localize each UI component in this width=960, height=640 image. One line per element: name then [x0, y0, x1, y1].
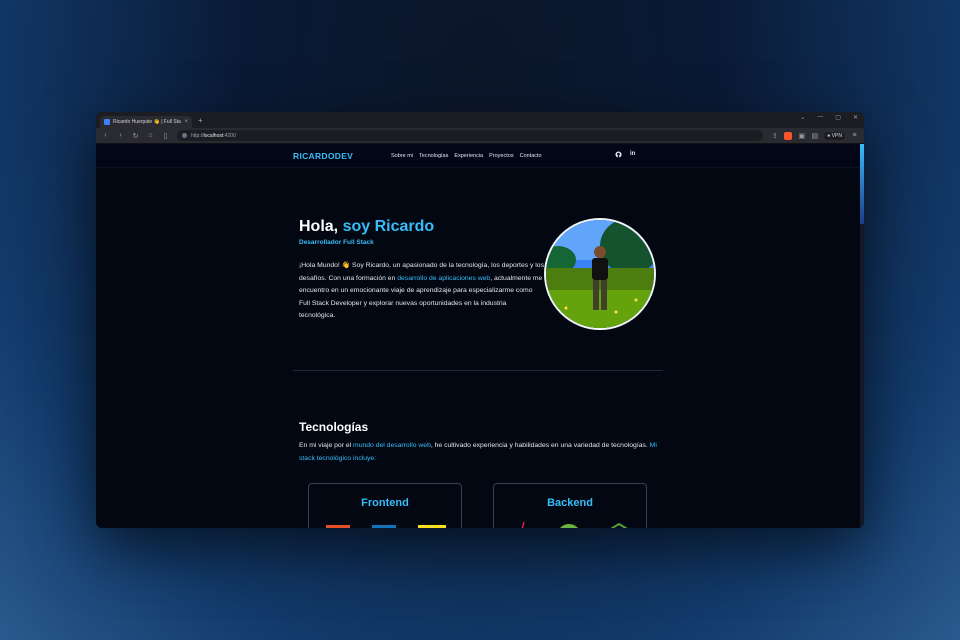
profile-photo: [544, 218, 656, 330]
frontend-card-title: Frontend: [361, 497, 409, 509]
nav-link-experiencia[interactable]: Experiencia: [454, 153, 483, 159]
nav-link-contacto[interactable]: Contacto: [520, 153, 542, 159]
minimize-icon[interactable]: —: [817, 114, 823, 121]
reload-icon[interactable]: ↻: [132, 132, 139, 140]
favicon-icon: [104, 119, 110, 125]
site-logo[interactable]: RICARDODEV: [293, 151, 353, 161]
spring-icon: [560, 524, 578, 528]
nav-link-proyectos[interactable]: Proyectos: [489, 153, 513, 159]
nodejs-icon: [610, 523, 628, 528]
site-navbar: RICARDODEV Sobre mi Tecnologías Experien…: [96, 144, 864, 168]
hero-role: Desarrollador Full Stack: [299, 239, 374, 246]
address-bar[interactable]: http://localhost:4200: [177, 130, 764, 141]
vpn-button[interactable]: ● VPN: [824, 131, 845, 140]
tab-bar: Ricardo Huerpate 👋 | Full Stac × + ⌄ — ▢…: [96, 112, 864, 128]
site-info-icon[interactable]: [182, 133, 187, 138]
close-window-icon[interactable]: ✕: [853, 114, 858, 121]
social-links: in: [615, 151, 635, 160]
sidebar-icon[interactable]: ▣: [798, 132, 805, 140]
frontend-card: Frontend: [308, 483, 462, 528]
window-controls: ⌄ — ▢ ✕: [800, 114, 858, 121]
technologies-section: Tecnologías En mi viaje por el mundo del…: [299, 420, 659, 465]
hero-bio: ¡Hola Mundo! 👋 Soy Ricardo, un apasionad…: [299, 262, 544, 319]
backend-card: Backend: [493, 483, 647, 528]
toolbar-extensions: ⇪ ▣ ▤ ● VPN ≡: [771, 131, 858, 140]
wallet-icon[interactable]: ▤: [811, 132, 818, 140]
github-icon[interactable]: [615, 151, 622, 160]
bookmark-icon[interactable]: ▯: [162, 132, 169, 140]
new-tab-button[interactable]: +: [198, 116, 203, 125]
scroll-thumb[interactable]: [860, 144, 864, 224]
browser-tab[interactable]: Ricardo Huerpate 👋 | Full Stac ×: [100, 116, 192, 128]
url-text: http://localhost:4200: [191, 132, 236, 139]
browser-window: Ricardo Huerpate 👋 | Full Stac × + ⌄ — ▢…: [96, 112, 864, 528]
maximize-icon[interactable]: ▢: [835, 114, 841, 121]
hero-section: Hola, soy Ricardo Desarrollador Full Sta…: [299, 218, 549, 323]
brave-shields-icon[interactable]: [784, 131, 793, 140]
share-icon[interactable]: ⇪: [771, 132, 778, 140]
nav-link-sobre-mi[interactable]: Sobre mi: [391, 153, 413, 159]
back-icon[interactable]: ‹: [102, 132, 109, 139]
page-scrollbar[interactable]: [860, 144, 864, 528]
tab-search-icon[interactable]: ⌄: [800, 114, 805, 121]
browser-toolbar: ‹ › ↻ ⌂ ▯ http://localhost:4200 ⇪ ▣ ▤ ● …: [96, 128, 864, 144]
technologies-title: Tecnologías: [299, 420, 369, 434]
nav-links: Sobre mi Tecnologías Experiencia Proyect…: [391, 153, 542, 159]
javascript-icon: [418, 525, 446, 528]
css3-icon: [372, 525, 396, 528]
java-icon: [521, 521, 525, 528]
tab-title: Ricardo Huerpate 👋 | Full Stac: [113, 119, 182, 125]
web-dev-link[interactable]: mundo del desarrollo web: [353, 442, 431, 449]
nav-link-tecnologias[interactable]: Tecnologías: [419, 153, 448, 159]
page-viewport: RICARDODEV Sobre mi Tecnologías Experien…: [96, 144, 864, 528]
linkedin-icon[interactable]: in: [630, 151, 635, 160]
bio-link[interactable]: desarrollo de aplicaciones web: [397, 275, 490, 282]
home-icon[interactable]: ⌂: [147, 132, 154, 139]
backend-card-title: Backend: [547, 497, 593, 509]
forward-icon[interactable]: ›: [117, 132, 124, 139]
close-tab-icon[interactable]: ×: [184, 119, 188, 125]
technologies-intro: En mi viaje por el mundo del desarrollo …: [299, 442, 657, 462]
hero-title: Hola, soy Ricardo: [299, 218, 435, 235]
html5-icon: [326, 525, 350, 528]
section-divider: [293, 370, 663, 371]
menu-icon[interactable]: ≡: [851, 132, 858, 139]
